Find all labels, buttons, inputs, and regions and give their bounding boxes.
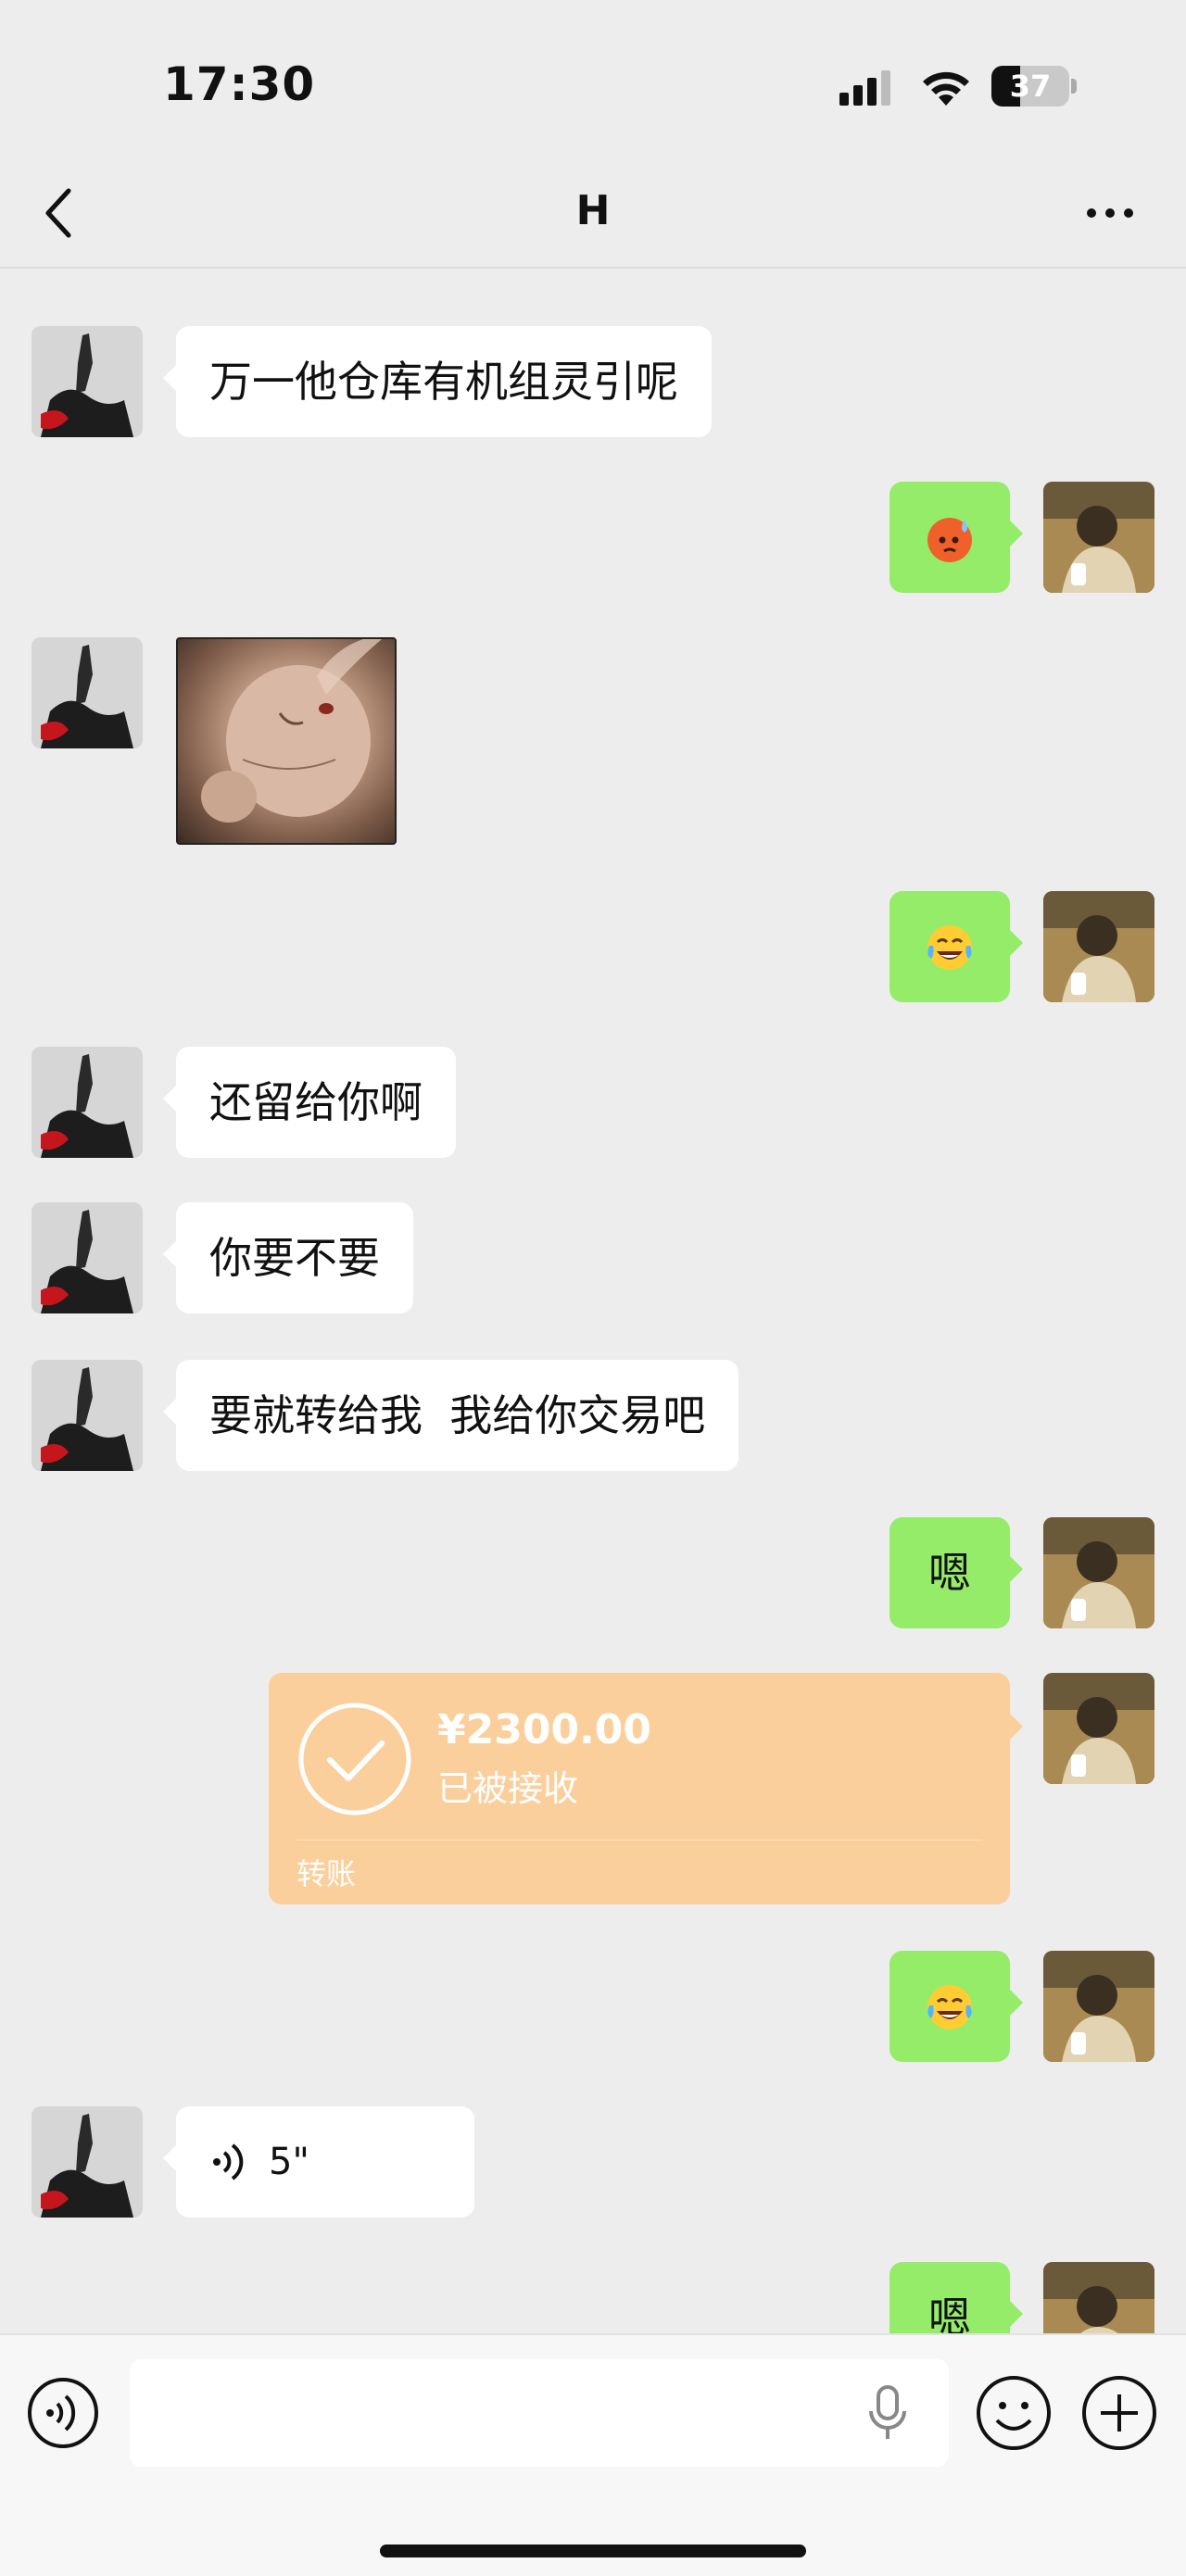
contact-avatar[interactable] [32, 326, 143, 437]
voice-mode-icon[interactable] [26, 2376, 100, 2450]
divider [296, 1840, 982, 1841]
voice-message[interactable]: 5" [163, 2106, 474, 2218]
tears-of-joy-emoji-icon [927, 1984, 972, 2029]
chat-header: H [0, 157, 1186, 269]
transfer-amount: ¥2300.00 [437, 1706, 652, 1753]
my-avatar[interactable] [1043, 1951, 1154, 2062]
emoji-icon[interactable] [975, 2374, 1053, 2452]
my-avatar[interactable] [1043, 1517, 1154, 1628]
message-emoji[interactable] [890, 1951, 1023, 2062]
chat-title: H [575, 187, 611, 234]
input-bar [0, 2333, 1186, 2576]
plus-icon[interactable] [1080, 2374, 1158, 2452]
message-text[interactable]: 嗯 [890, 1517, 1023, 1628]
message-text[interactable]: 万一他仓库有机组灵引呢 [163, 326, 712, 437]
back-icon[interactable] [41, 185, 78, 241]
message-input[interactable] [130, 2359, 949, 2467]
contact-avatar[interactable] [32, 1047, 143, 1158]
transfer-label: 转账 [296, 1856, 357, 1891]
cellular-signal-icon [839, 70, 890, 106]
battery-percent: 37 [1009, 69, 1052, 104]
transfer-status: 已被接收 [437, 1768, 579, 1809]
home-indicator [380, 2545, 806, 2557]
my-avatar[interactable] [1043, 1673, 1154, 1784]
wifi-icon [923, 71, 969, 106]
message-emoji[interactable] [890, 891, 1023, 1002]
my-avatar[interactable] [1043, 482, 1154, 593]
status-bar: 17:30 37 [0, 0, 1186, 157]
more-icon[interactable] [1082, 195, 1138, 232]
message-text[interactable]: 还留给你啊 [163, 1047, 456, 1158]
status-time: 17:30 [163, 57, 316, 111]
transfer-card[interactable]: ¥2300.00 已被接收 转账 [269, 1673, 1023, 1904]
check-circle-icon [298, 1703, 411, 1816]
cold-sweat-emoji-icon [927, 517, 972, 562]
message-text[interactable]: 要就转给我 我给你交易吧 [162, 1360, 739, 1471]
voice-duration: 5" [269, 2141, 309, 2183]
message-emoji[interactable] [890, 482, 1023, 593]
voice-wave-icon [213, 2143, 244, 2180]
contact-avatar[interactable] [32, 1202, 143, 1313]
battery-icon: 37 [991, 66, 1077, 107]
contact-avatar[interactable] [32, 2106, 143, 2218]
my-avatar[interactable] [1043, 2262, 1154, 2333]
message-text[interactable]: 嗯 [890, 2262, 1023, 2333]
contact-avatar[interactable] [32, 1360, 143, 1471]
message-list[interactable]: 万一他仓库有机组灵引呢 还留给你啊 你要不要 要就转给我 我给你交易吧 嗯 ¥2… [0, 270, 1186, 2333]
tears-of-joy-emoji-icon [927, 924, 972, 970]
my-avatar[interactable] [1043, 891, 1154, 1002]
contact-avatar[interactable] [32, 637, 143, 748]
message-text[interactable]: 你要不要 [163, 1202, 413, 1313]
microphone-icon[interactable] [867, 2385, 908, 2441]
sticker-image[interactable] [176, 637, 397, 845]
